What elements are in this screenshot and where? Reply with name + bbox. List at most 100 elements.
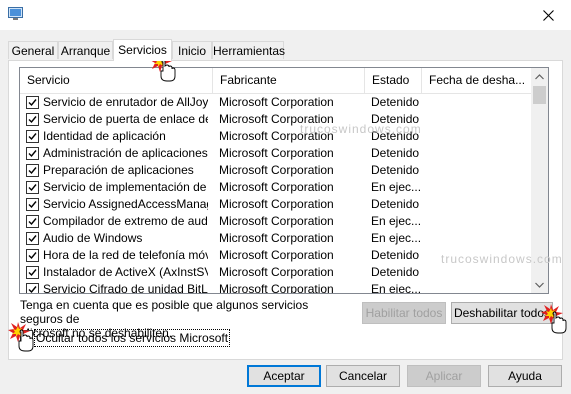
table-row[interactable]: Servicio de enrutador de AllJoyn Microsof… — [20, 94, 531, 111]
msconfig-icon — [8, 7, 23, 20]
cell-servicio: Compilador de extremo de audio... — [43, 214, 208, 228]
cell-estado: Detenido — [371, 197, 420, 211]
cell-fabricante: Microsoft Corporation — [219, 248, 334, 262]
tab-general[interactable]: General — [8, 41, 58, 59]
list-header: Servicio Fabricante Estado Fecha de desh… — [20, 68, 531, 94]
cell-servicio: Servicio Cifrado de unidad BitLoc... — [43, 282, 208, 294]
cell-estado: Detenido — [371, 163, 420, 177]
info-text-line: Tenga en cuenta que es posible que algun… — [20, 298, 309, 326]
hide-microsoft-services-label[interactable]: Ocultar todos los servicios Microsoft — [34, 329, 231, 347]
cell-fabricante: Microsoft Corporation — [219, 197, 334, 211]
service-checkbox[interactable] — [26, 249, 39, 262]
service-checkbox[interactable] — [26, 198, 39, 211]
check-icon — [28, 150, 37, 158]
cell-servicio: Servicio de implementación de A... — [43, 180, 208, 194]
service-checkbox[interactable] — [26, 96, 39, 109]
cell-servicio: Identidad de aplicación — [43, 129, 166, 143]
cell-fabricante: Microsoft Corporation — [219, 282, 334, 294]
system-configuration-window: General Arranque Servicios Inicio Herram… — [0, 0, 571, 394]
cell-fabricante: Microsoft Corporation — [219, 95, 334, 109]
cell-estado: Detenido — [371, 248, 420, 262]
service-checkbox[interactable] — [26, 266, 39, 279]
service-checkbox[interactable] — [26, 181, 39, 194]
scroll-thumb[interactable] — [533, 86, 546, 104]
cell-servicio: Administración de aplicaciones — [43, 146, 208, 160]
table-row[interactable]: Preparación de aplicaciones Microsoft Cor… — [20, 162, 531, 179]
scroll-up-button[interactable] — [531, 68, 548, 85]
cell-servicio: Instalador de ActiveX (AxInstSV) — [43, 265, 208, 279]
cell-fabricante: Microsoft Corporation — [219, 146, 334, 160]
dialog-buttons: Aceptar Cancelar Aplicar Ayuda — [0, 360, 571, 394]
cell-estado: Detenido — [371, 146, 420, 160]
cell-fabricante: Microsoft Corporation — [219, 214, 334, 228]
chevron-up-icon — [535, 73, 544, 79]
cell-fabricante: Microsoft Corporation — [219, 180, 334, 194]
tab-herramientas[interactable]: Herramientas — [212, 41, 285, 59]
check-icon — [28, 286, 37, 293]
check-icon — [28, 167, 37, 175]
table-row[interactable]: Administración de aplicaciones Microsoft … — [20, 145, 531, 162]
cell-estado: En ejec... — [371, 282, 421, 294]
cell-estado: Detenido — [371, 95, 420, 109]
cell-estado: Detenido — [371, 265, 420, 279]
check-icon — [28, 133, 37, 141]
cell-fabricante: Microsoft Corporation — [219, 231, 334, 245]
cancel-button[interactable]: Cancelar — [326, 365, 400, 387]
hand-cursor-icon — [541, 304, 567, 334]
help-button[interactable]: Ayuda — [488, 365, 562, 387]
table-row[interactable]: Servicio Cifrado de unidad BitLoc... Micr… — [20, 281, 531, 294]
table-row[interactable]: Servicio AssignedAccessManager Microsoft … — [20, 196, 531, 213]
close-icon — [542, 9, 554, 21]
service-checkbox[interactable] — [26, 164, 39, 177]
service-checkbox[interactable] — [26, 232, 39, 245]
cell-fabricante: Microsoft Corporation — [219, 163, 334, 177]
column-header-estado[interactable]: Estado — [365, 68, 422, 93]
cell-servicio: Servicio de enrutador de AllJoyn — [43, 95, 208, 109]
service-checkbox[interactable] — [26, 113, 39, 126]
tab-inicio[interactable]: Inicio — [172, 41, 212, 59]
cell-servicio: Servicio de puerta de enlace de ... — [43, 112, 208, 126]
table-row[interactable]: Audio de Windows Microsoft Corporation En … — [20, 230, 531, 247]
table-row[interactable]: Servicio de implementación de A... Micros… — [20, 179, 531, 196]
table-row[interactable]: Instalador de ActiveX (AxInstSV) Microsof… — [20, 264, 531, 281]
service-checkbox[interactable] — [26, 215, 39, 228]
tab-servicios[interactable]: Servicios — [113, 39, 172, 61]
check-icon — [28, 235, 37, 243]
table-row[interactable]: Compilador de extremo de audio... Microso… — [20, 213, 531, 230]
column-header-fecha[interactable]: Fecha de desha... — [422, 68, 531, 93]
column-header-fabricante[interactable]: Fabricante — [213, 68, 365, 93]
watermark: trucoswindows.com — [300, 122, 422, 136]
cell-fabricante: Microsoft Corporation — [219, 265, 334, 279]
cell-servicio: Audio de Windows — [43, 231, 143, 245]
chevron-down-icon — [535, 282, 544, 288]
accept-button[interactable]: Aceptar — [247, 365, 321, 387]
cell-servicio: Preparación de aplicaciones — [43, 163, 194, 177]
service-checkbox[interactable] — [26, 130, 39, 143]
apply-button[interactable]: Aplicar — [407, 365, 481, 387]
hand-cursor-icon — [8, 322, 34, 352]
check-icon — [28, 201, 37, 209]
table-row[interactable]: Servicio de puerta de enlace de ... Micro… — [20, 111, 531, 128]
disable-all-button[interactable]: Deshabilitar todos — [451, 302, 553, 324]
check-icon — [28, 116, 37, 124]
column-header-servicio[interactable]: Servicio — [20, 68, 213, 93]
close-button[interactable] — [525, 0, 571, 30]
title-bar — [0, 0, 571, 30]
check-icon — [28, 218, 37, 226]
table-row[interactable]: Identidad de aplicación Microsoft Corpora… — [20, 128, 531, 145]
service-checkbox[interactable] — [26, 283, 39, 293]
cell-servicio: Hora de la red de telefonía móvil — [43, 248, 208, 262]
cell-estado: En ejec... — [371, 231, 421, 245]
watermark: trucoswindows.com — [441, 252, 563, 266]
scroll-down-button[interactable] — [531, 276, 548, 293]
cell-servicio: Servicio AssignedAccessManager — [43, 197, 208, 211]
cell-estado: En ejec... — [371, 214, 421, 228]
cell-estado: En ejec... — [371, 180, 421, 194]
enable-all-button[interactable]: Habilitar todos — [362, 302, 446, 324]
check-icon — [28, 99, 37, 107]
check-icon — [28, 252, 37, 260]
service-checkbox[interactable] — [26, 147, 39, 160]
check-icon — [28, 184, 37, 192]
check-icon — [28, 269, 37, 277]
tab-arranque[interactable]: Arranque — [58, 41, 113, 59]
